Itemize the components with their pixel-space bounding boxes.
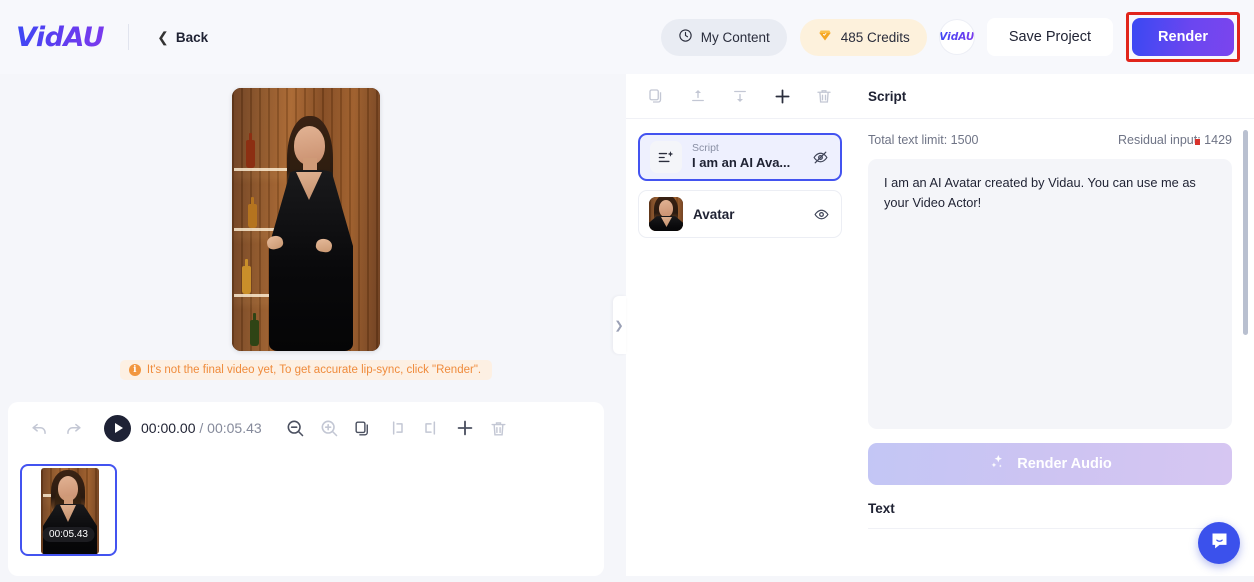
- account-avatar[interactable]: VidAU: [939, 20, 974, 54]
- script-panel: Script Total text limit: 1500 Residual i…: [854, 74, 1254, 576]
- app-root: VidAU ❮ Back My Content 485 Credits VidA…: [0, 0, 1254, 582]
- info-icon: i: [128, 364, 141, 376]
- delete-icon[interactable]: [482, 411, 516, 445]
- zoom-out-icon[interactable]: [278, 411, 312, 445]
- credits-pill[interactable]: 485 Credits: [799, 18, 927, 56]
- app-header: VidAU ❮ Back My Content 485 Credits VidA…: [0, 0, 1254, 74]
- account-logo-text: VidAU: [939, 31, 974, 43]
- time-readout: 00:00.00 / 00:05.43: [141, 420, 262, 436]
- eye-icon[interactable]: [811, 206, 831, 223]
- layer-script-text: Script I am an AI Ava...: [692, 142, 800, 172]
- total-text-limit-label: Total text limit: 1500: [868, 133, 979, 147]
- render-audio-button[interactable]: Render Audio: [868, 443, 1232, 485]
- layer-avatar-title: Avatar: [693, 206, 735, 222]
- timeline-track[interactable]: 00:05.43: [8, 454, 604, 576]
- zoom-in-icon[interactable]: [312, 411, 346, 445]
- timeline-controls: 00:00.00 / 00:05.43: [8, 402, 604, 454]
- video-preview[interactable]: [232, 88, 380, 351]
- delete-layer-icon[interactable]: [807, 79, 841, 113]
- avatar-scene-image: [232, 88, 380, 351]
- layers-toolbar: [626, 74, 854, 119]
- text-section-header: Text: [868, 501, 1232, 529]
- panel-collapse-handle[interactable]: ❯: [612, 74, 626, 576]
- total-time: 00:05.43: [207, 420, 262, 436]
- save-project-button[interactable]: Save Project: [986, 18, 1114, 56]
- send-to-back-icon[interactable]: [723, 79, 757, 113]
- vidau-logo: VidAU: [16, 21, 105, 53]
- add-icon[interactable]: [448, 411, 482, 445]
- header-actions: My Content 485 Credits VidAU Save Projec…: [660, 12, 1240, 62]
- script-limits: Total text limit: 1500 Residual input: 1…: [868, 133, 1232, 147]
- eye-off-icon[interactable]: [810, 149, 830, 166]
- back-button-label: Back: [175, 29, 209, 45]
- chevron-right-icon[interactable]: ❯: [612, 296, 626, 354]
- layers-list: Script I am an AI Ava... Avatar: [626, 119, 854, 252]
- my-content-label: My Content: [700, 29, 770, 45]
- layer-script-title: I am an AI Ava...: [692, 155, 791, 171]
- layer-item-script[interactable]: Script I am an AI Ava...: [638, 133, 842, 181]
- text-cursor-artifact: [1195, 139, 1200, 145]
- add-layer-icon[interactable]: [765, 79, 799, 113]
- lipsync-warning-text: It's not the final video yet, To get acc…: [146, 364, 482, 376]
- video-canvas[interactable]: i It's not the final video yet, To get a…: [8, 74, 604, 396]
- lipsync-warning: i It's not the final video yet, To get a…: [119, 360, 493, 380]
- back-button[interactable]: ❮ Back: [151, 24, 214, 51]
- my-content-button[interactable]: My Content: [660, 18, 787, 56]
- redo-icon[interactable]: [56, 411, 90, 445]
- render-button-highlight-wrap: Render: [1126, 12, 1240, 62]
- play-button[interactable]: [104, 414, 131, 442]
- clip-duration-label: 00:05.43: [42, 527, 95, 542]
- copy-icon[interactable]: [639, 79, 673, 113]
- layer-avatar-text: Avatar: [693, 207, 801, 222]
- layer-script-sublabel: Script: [692, 141, 719, 154]
- duplicate-icon[interactable]: [346, 411, 380, 445]
- script-textarea[interactable]: I am an AI Avatar created by Vidau. You …: [868, 159, 1232, 429]
- script-sparkle-icon: [650, 141, 682, 173]
- clock-icon: [678, 28, 693, 46]
- script-panel-title: Script: [854, 74, 1254, 119]
- chevron-left-icon: ❮: [157, 28, 169, 45]
- bring-to-front-icon[interactable]: [681, 79, 715, 113]
- script-panel-body: Total text limit: 1500 Residual input: 1…: [854, 119, 1254, 576]
- time-separator: /: [199, 420, 204, 436]
- undo-icon[interactable]: [22, 411, 56, 445]
- layers-panel: Script I am an AI Ava... Avatar: [626, 74, 854, 576]
- credits-label: 485 Credits: [840, 29, 910, 45]
- play-icon: [114, 423, 123, 433]
- sparkle-icon: [988, 453, 1007, 476]
- avatar-thumbnail: [649, 197, 683, 231]
- current-time: 00:00.00: [141, 420, 196, 436]
- chat-launcher-button[interactable]: [1198, 522, 1240, 564]
- render-button[interactable]: Render: [1132, 18, 1234, 56]
- gem-icon: [817, 28, 833, 46]
- render-audio-label: Render Audio: [1017, 456, 1112, 472]
- editor-column: i It's not the final video yet, To get a…: [0, 74, 612, 576]
- timeline-panel: 00:00.00 / 00:05.43 00:05.43: [8, 402, 604, 576]
- app-body: i It's not the final video yet, To get a…: [0, 74, 1254, 582]
- timeline-clip[interactable]: 00:05.43: [20, 464, 117, 556]
- script-panel-scrollbar[interactable]: [1243, 130, 1248, 335]
- layer-item-avatar[interactable]: Avatar: [638, 190, 842, 238]
- split-right-icon[interactable]: [414, 411, 448, 445]
- chat-bubble-icon: [1209, 530, 1230, 556]
- split-left-icon[interactable]: [380, 411, 414, 445]
- header-divider: [128, 24, 130, 50]
- residual-input-label: Residual input: 1429: [1118, 133, 1232, 147]
